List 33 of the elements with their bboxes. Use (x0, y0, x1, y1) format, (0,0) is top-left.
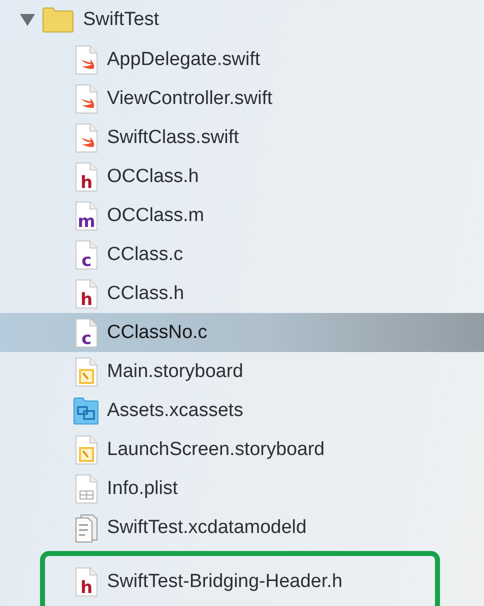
storyboard-file-icon (73, 356, 99, 386)
header-file-icon: h (73, 278, 99, 308)
folder-name[interactable]: SwiftTest (83, 9, 160, 31)
file-name[interactable]: OCClass.m (107, 204, 204, 226)
file-name[interactable]: SwiftClass.swift (107, 126, 239, 148)
header-file-icon: h (73, 567, 99, 597)
disclosure-triangle-icon[interactable] (20, 14, 35, 26)
file-name[interactable]: Assets.xcassets (107, 400, 244, 422)
storyboard-file-icon (73, 434, 99, 464)
file-name[interactable]: SwiftTest.xcdatamodeld (107, 516, 307, 538)
file-name[interactable]: ViewController.swift (107, 88, 272, 110)
file-name[interactable]: CClassNo.c (107, 322, 208, 344)
swift-file-icon (73, 44, 99, 74)
file-name[interactable]: OCClass.h (107, 166, 199, 188)
swift-file-icon (73, 84, 99, 114)
file-name[interactable]: CClass.h (107, 282, 184, 304)
highlighted-file-row[interactable]: h SwiftTest-Bridging-Header.h (40, 551, 440, 606)
source-file-icon: c (73, 318, 99, 348)
file-name[interactable]: Main.storyboard (107, 360, 244, 382)
source-file-icon: c (73, 240, 99, 270)
file-name[interactable]: Info.plist (107, 478, 178, 500)
source-file-icon: m (73, 200, 99, 230)
file-name[interactable]: LaunchScreen.storyboard (107, 438, 325, 460)
header-file-icon: h (73, 162, 99, 192)
file-name[interactable]: SwiftTest-Bridging-Header.h (107, 571, 342, 593)
asset-folder-icon (73, 396, 99, 426)
table-file-icon (73, 474, 99, 504)
folder-icon (42, 7, 74, 33)
data-model-icon (73, 512, 99, 542)
selected-file-row[interactable]: c CClassNo.c (0, 313, 484, 352)
file-name[interactable]: AppDelegate.swift (107, 48, 260, 70)
swift-file-icon (73, 122, 99, 152)
file-name[interactable]: CClass.c (107, 244, 184, 266)
